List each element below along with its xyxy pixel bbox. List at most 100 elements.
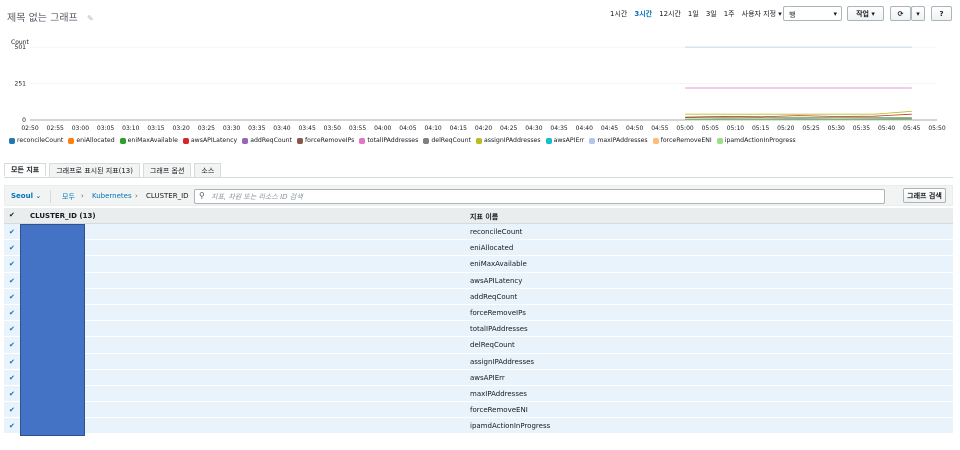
y-tick-label: 251: [15, 80, 27, 87]
table-row[interactable]: ✔ totalIPAddresses: [4, 321, 953, 338]
row-checkbox[interactable]: ✔: [9, 325, 15, 333]
breadcrumb-kubernetes[interactable]: Kubernetes: [92, 192, 132, 200]
breadcrumb-all[interactable]: 모두: [62, 192, 75, 202]
row-checkbox[interactable]: ✔: [9, 309, 15, 317]
view-select[interactable]: 행 ▾: [783, 6, 842, 21]
x-tick-label: 03:25: [198, 125, 215, 132]
legend-item[interactable]: totalIPAddresses: [359, 137, 418, 144]
legend-label: awsAPILatency: [190, 137, 238, 144]
table-row[interactable]: ✔ delReqCount: [4, 337, 953, 354]
legend-item[interactable]: eniMaxAvailable: [119, 137, 178, 144]
table-row[interactable]: ✔ assignIPAddresses: [4, 353, 953, 370]
x-tick-label: 03:35: [248, 125, 265, 132]
legend-item[interactable]: addReqCount: [242, 137, 292, 144]
x-tick-label: 04:10: [424, 125, 441, 132]
metrics-table: ✔ CLUSTER_ID (13) 지표 이름 ✔ reconcileCount ✔…: [4, 208, 953, 435]
range-12h[interactable]: 12시간: [659, 9, 681, 19]
legend-item[interactable]: assignIPAddresses: [475, 137, 541, 144]
tab-all-metrics[interactable]: 모든 지표: [4, 163, 47, 177]
row-checkbox[interactable]: ✔: [9, 341, 15, 349]
chart-legend: reconcileCount eniAllocated eniMaxAvailabl…: [9, 137, 796, 144]
row-checkbox[interactable]: ✔: [9, 228, 15, 236]
legend-label: eniAllocated: [76, 137, 115, 144]
range-1h[interactable]: 1시간: [610, 9, 627, 19]
action-button[interactable]: 작업 ▾: [847, 6, 884, 21]
range-1w[interactable]: 1주: [724, 9, 735, 19]
legend-item[interactable]: eniAllocated: [68, 137, 115, 144]
legend-label: assignIPAddresses: [483, 137, 541, 144]
table-row[interactable]: ✔ forceRemoveIPs: [4, 304, 953, 322]
legend-item[interactable]: awsAPILatency: [182, 137, 238, 144]
metrics-line-chart[interactable]: Count025150102:50 02:55 03:00 03:05 03:10 03:…: [0, 36, 960, 136]
legend-label: awsAPIErr: [553, 137, 585, 144]
table-row[interactable]: ✔ eniAllocated: [4, 240, 953, 257]
table-row[interactable]: ✔ eniMaxAvailable: [4, 256, 953, 273]
row-checkbox[interactable]: ✔: [9, 260, 15, 268]
x-tick-label: 05:00: [676, 125, 693, 132]
x-tick-label: 03:10: [122, 125, 139, 132]
tab-source[interactable]: 소스: [194, 163, 222, 177]
range-custom[interactable]: 사용자 지정: [742, 9, 782, 19]
metric-name: forceRemoveIPs: [470, 308, 526, 317]
metric-search-box[interactable]: ⚲: [194, 189, 885, 204]
tabs-divider: [4, 177, 953, 178]
legend-item[interactable]: forceRemoveIPs: [296, 137, 354, 144]
row-checkbox[interactable]: ✔: [9, 293, 15, 301]
row-checkbox[interactable]: ✔: [9, 422, 15, 430]
x-tick-label: 05:10: [727, 125, 744, 132]
time-range-selector: 1시간 3시간 12시간 1일 3일 1주 사용자 지정: [610, 9, 782, 19]
chevron-down-icon: ▾: [833, 10, 837, 18]
tab-graph-options[interactable]: 그래프 옵션: [142, 163, 192, 177]
graph-title[interactable]: 제목 없는 그래프 ✎: [7, 9, 94, 24]
legend-item[interactable]: maxIPAddresses: [589, 137, 648, 144]
x-tick-label: 03:15: [147, 125, 164, 132]
refresh-dropdown-button[interactable]: ▾: [911, 6, 925, 21]
metric-name: awsAPIErr: [470, 373, 505, 382]
legend-item[interactable]: reconcileCount: [9, 137, 63, 144]
select-all-checkbox[interactable]: ✔: [9, 211, 15, 219]
range-3d[interactable]: 3일: [706, 9, 717, 19]
action-button-label: 작업: [856, 9, 869, 18]
col-metric-name[interactable]: 지표 이름: [470, 212, 498, 222]
table-row[interactable]: ✔ maxIPAddresses: [4, 385, 953, 403]
row-checkbox[interactable]: ✔: [9, 244, 15, 252]
col-cluster-id[interactable]: CLUSTER_ID (13): [30, 212, 96, 220]
legend-item[interactable]: ipamdActionInProgress: [716, 137, 796, 144]
x-tick-label: 04:50: [626, 125, 643, 132]
help-button[interactable]: ?: [931, 6, 952, 21]
pencil-icon[interactable]: ✎: [87, 14, 94, 23]
refresh-button[interactable]: ⟳: [890, 6, 911, 21]
row-checkbox[interactable]: ✔: [9, 374, 15, 382]
table-row[interactable]: ✔ addReqCount: [4, 288, 953, 305]
x-tick-label: 04:15: [450, 125, 467, 132]
row-checkbox[interactable]: ✔: [9, 390, 15, 398]
row-checkbox[interactable]: ✔: [9, 277, 15, 285]
table-row[interactable]: ✔ awsAPILatency: [4, 272, 953, 289]
tab-graphed-metrics[interactable]: 그래프로 표시된 지표(13): [49, 163, 140, 177]
y-tick-label: 501: [15, 44, 27, 51]
row-checkbox[interactable]: ✔: [9, 406, 15, 414]
x-tick-label: 03:55: [349, 125, 366, 132]
table-row[interactable]: ✔ reconcileCount: [4, 224, 953, 241]
legend-swatch: [182, 137, 189, 144]
table-body: ✔ reconcileCount ✔ eniAllocated ✔ eniMaxAvail…: [4, 224, 953, 435]
row-checkbox[interactable]: ✔: [9, 358, 15, 366]
table-row[interactable]: ✔ forceRemoveENI: [4, 402, 953, 419]
legend-item[interactable]: delReqCount: [423, 137, 471, 144]
table-row[interactable]: ✔ awsAPIErr: [4, 369, 953, 386]
table-row[interactable]: ✔ ipamdActionInProgress: [4, 418, 953, 435]
legend-swatch: [545, 137, 552, 144]
x-tick-label: 05:20: [777, 125, 794, 132]
legend-label: ipamdActionInProgress: [724, 137, 796, 144]
legend-item[interactable]: awsAPIErr: [545, 137, 585, 144]
region-selector[interactable]: Seoul ⌄: [11, 192, 41, 200]
range-1d[interactable]: 1일: [688, 9, 699, 19]
graph-search-button[interactable]: 그래프 검색: [903, 188, 946, 203]
x-tick-label: 04:45: [601, 125, 618, 132]
legend-item[interactable]: forceRemoveENI: [652, 137, 712, 144]
search-input[interactable]: [211, 190, 881, 203]
metric-name: eniAllocated: [470, 244, 514, 253]
breadcrumb-current: CLUSTER_ID: [146, 192, 189, 200]
range-3h[interactable]: 3시간: [634, 9, 652, 19]
legend-swatch: [589, 137, 596, 144]
